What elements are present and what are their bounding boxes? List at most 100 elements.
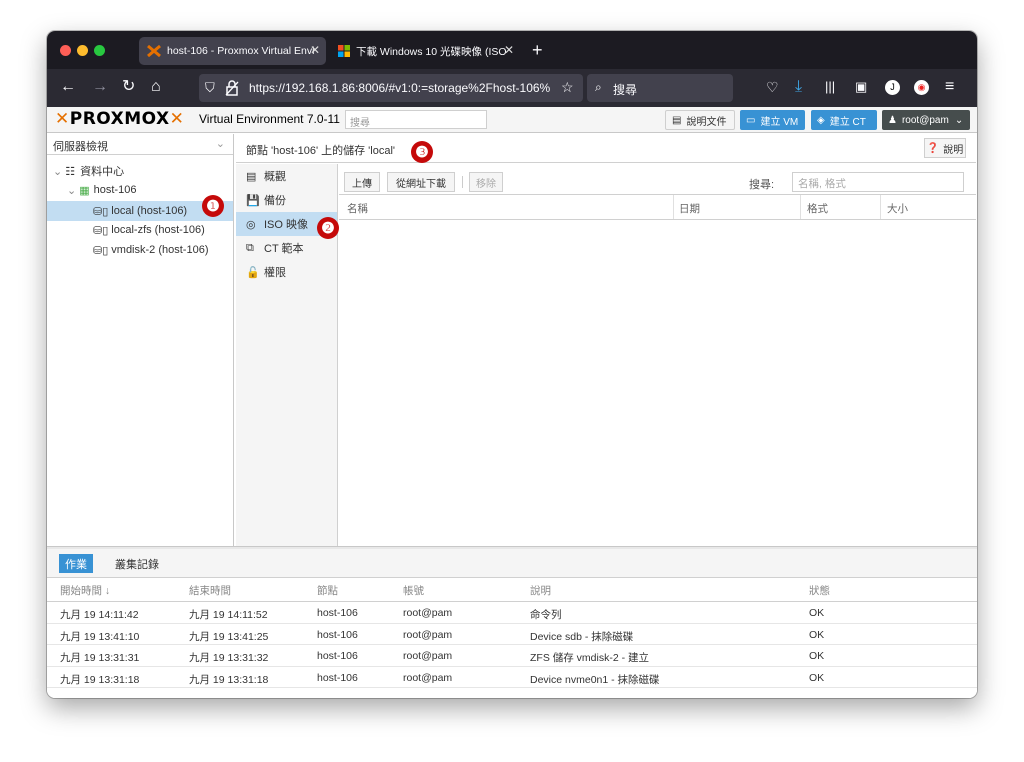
view-selector[interactable]: 伺服器檢視 ⌄ — [47, 134, 233, 155]
account-icon[interactable]: ◉ — [914, 80, 929, 95]
menu-icon[interactable]: ≡ — [945, 78, 954, 96]
tab-close-icon[interactable]: ✕ — [310, 43, 320, 57]
table-row[interactable]: 九月 19 14:11:42 九月 19 14:11:52 host-106 r… — [47, 602, 977, 624]
back-icon[interactable]: ← — [60, 78, 76, 96]
microsoft-favicon-icon — [338, 45, 350, 57]
content-toolbar: 上傳 從網址下載 移除 搜尋: 名稱, 格式 — [339, 164, 976, 195]
storage-panel: 節點 'host-106' 上的儲存 'local' ❓ 說明 ▤ 概觀 💾 備份 ◎… — [236, 134, 976, 546]
url-bar[interactable]: ⛉ https://192.168.1.86:8006/#v1:0:=stora… — [199, 74, 583, 102]
column-size[interactable]: 大小 — [887, 201, 908, 216]
book-icon: ▤ — [672, 114, 682, 126]
cell-status: OK — [809, 650, 825, 662]
cell-description: 命令列 — [530, 609, 562, 621]
docs-button[interactable]: ▤ 說明文件 — [665, 110, 735, 130]
downloads-icon[interactable]: ⤓ — [795, 78, 802, 96]
new-tab-button[interactable]: + — [532, 40, 543, 61]
browser-search-box[interactable]: ⌕ 搜尋 — [587, 74, 733, 102]
cell-end: 九月 19 13:41:25 — [189, 630, 269, 643]
download-url-button[interactable]: 從網址下載 — [387, 172, 455, 192]
column-end-time[interactable]: 結束時間 — [189, 583, 231, 598]
upload-button[interactable]: 上傳 — [344, 172, 380, 192]
table-row[interactable]: 九月 19 13:41:10 九月 19 13:41:25 host-106 r… — [47, 624, 977, 645]
column-user[interactable]: 帳號 — [403, 583, 424, 598]
column-date[interactable]: 日期 — [679, 201, 700, 216]
collapse-icon[interactable]: ⌄ — [67, 184, 76, 197]
table-row[interactable]: 九月 19 13:31:31 九月 19 13:31:32 host-106 r… — [47, 645, 977, 667]
panel-title: 節點 'host-106' 上的儲存 'local' — [246, 145, 395, 157]
cell-status: OK — [809, 671, 825, 684]
column-divider — [880, 195, 881, 219]
extension-icon[interactable]: J — [885, 80, 900, 95]
cell-user: root@pam — [403, 650, 453, 662]
tree-storage-vmdisk-2[interactable]: ⛁▯ vmdisk-2 (host-106) — [47, 240, 233, 260]
header-search-input[interactable]: 搜尋 — [345, 110, 487, 129]
log-table-header: 開始時間 ↓ 結束時間 節點 帳號 說明 狀態 — [47, 578, 977, 602]
cell-user: root@pam — [403, 607, 453, 619]
column-status[interactable]: 狀態 — [809, 583, 830, 598]
tree-datacenter[interactable]: ⌄ ☷ 資料中心 — [47, 161, 233, 181]
version-label: Virtual Environment 7.0-11 — [199, 112, 340, 126]
tab-windows-download[interactable]: 下載 Windows 10 光碟映像 (ISO 檔 ✕ — [330, 37, 520, 65]
menu-backup[interactable]: 💾 備份 — [236, 188, 337, 212]
collapse-icon[interactable]: ⌄ — [53, 165, 62, 178]
cell-user: root@pam — [403, 628, 453, 641]
cell-status: OK — [809, 628, 825, 641]
column-description[interactable]: 說明 — [530, 583, 551, 598]
lock-warning-icon[interactable] — [225, 80, 239, 96]
shield-icon[interactable]: ⛉ — [205, 80, 215, 96]
floppy-icon: 💾 — [246, 194, 260, 207]
create-ct-button[interactable]: ◈ 建立 CT — [811, 110, 877, 130]
library-icon[interactable]: ||| — [825, 78, 835, 96]
help-button[interactable]: ❓ 說明 — [924, 138, 966, 158]
proxmox-favicon-icon — [147, 45, 161, 57]
proxmox-logo: ✕PROXMOX✕ — [55, 109, 185, 129]
tab-close-icon[interactable]: ✕ — [504, 43, 514, 57]
server-rack-icon: ☷ — [65, 165, 76, 178]
cell-end: 九月 19 14:11:52 — [189, 609, 268, 621]
create-vm-button[interactable]: ▭ 建立 VM — [740, 110, 805, 130]
tab-cluster-log[interactable]: 叢集記錄 — [109, 554, 165, 573]
table-row[interactable]: 九月 19 13:31:18 九月 19 13:31:18 host-106 r… — [47, 667, 977, 688]
cell-node: host-106 — [317, 671, 358, 684]
cell-description: ZFS 儲存 vmdisk-2 - 建立 — [530, 652, 650, 664]
user-icon: ♟ — [888, 114, 897, 126]
cell-node: host-106 — [317, 607, 358, 619]
tab-tasks[interactable]: 作業 — [59, 554, 93, 573]
resource-tree: 伺服器檢視 ⌄ ⌄ ☷ 資料中心 ⌄ ▦ host-106 ⛁▯ local (h… — [47, 134, 234, 546]
column-name[interactable]: 名稱 — [347, 201, 368, 216]
forward-icon[interactable]: → — [92, 78, 108, 96]
tab-bar: host-106 - Proxmox Virtual Envir ✕ 下載 Wi… — [47, 31, 977, 69]
column-node[interactable]: 節點 — [317, 583, 338, 598]
tab-proxmox[interactable]: host-106 - Proxmox Virtual Envir ✕ — [139, 37, 326, 65]
template-icon: ⧉ — [246, 241, 254, 254]
cell-start: 九月 19 13:41:10 — [60, 630, 140, 643]
cell-start: 九月 19 13:31:18 — [60, 673, 140, 686]
column-divider — [800, 195, 801, 219]
close-window-button[interactable] — [60, 45, 71, 56]
bookmark-star-icon[interactable]: ☆ — [561, 79, 574, 96]
search-label: 搜尋: — [749, 179, 775, 191]
cell-node: host-106 — [317, 628, 358, 641]
reload-icon[interactable]: ↻ — [122, 78, 135, 96]
column-format[interactable]: 格式 — [807, 201, 828, 216]
column-start-time[interactable]: 開始時間 ↓ — [60, 583, 110, 598]
content-search-input[interactable]: 名稱, 格式 — [792, 172, 964, 192]
panel-header: 節點 'host-106' 上的儲存 'local' ❓ 說明 — [236, 134, 976, 163]
menu-summary[interactable]: ▤ 概觀 — [236, 164, 337, 188]
zoom-window-button[interactable] — [94, 45, 105, 56]
remove-button[interactable]: 移除 — [469, 172, 503, 192]
sidebar-icon[interactable]: ▣ — [855, 78, 867, 96]
menu-ct-templates[interactable]: ⧉ CT 範本 — [236, 236, 337, 260]
tree-storage-local-zfs[interactable]: ⛁▯ local-zfs (host-106) — [47, 220, 233, 240]
menu-permissions[interactable]: 🔓 權限 — [236, 260, 337, 284]
cell-end: 九月 19 13:31:32 — [189, 652, 269, 664]
cell-start: 九月 19 13:31:31 — [60, 652, 140, 664]
user-menu-button[interactable]: ♟ root@pam ⌄ — [882, 110, 970, 130]
cube-icon: ◈ — [817, 114, 825, 126]
home-icon[interactable]: ⌂ — [151, 78, 161, 96]
monitor-icon: ▭ — [746, 114, 756, 126]
pocket-icon[interactable]: ♡ — [766, 78, 779, 96]
cell-status: OK — [809, 607, 825, 619]
chevron-down-icon: ⌄ — [954, 114, 964, 126]
minimize-window-button[interactable] — [77, 45, 88, 56]
